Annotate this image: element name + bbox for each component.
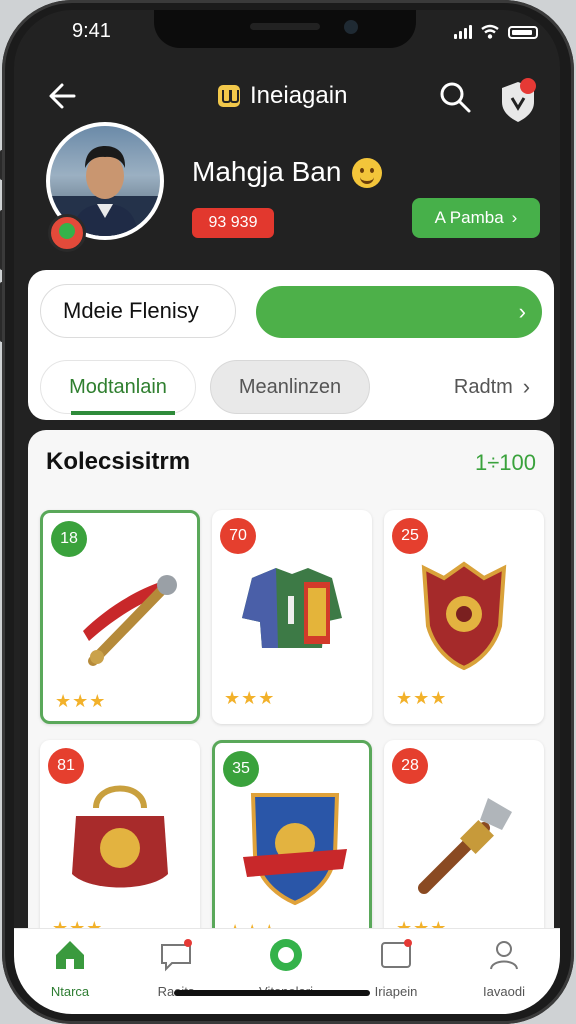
torch-icon bbox=[418, 798, 512, 894]
app-header: Ineiagain bbox=[14, 70, 560, 122]
screen: 9:41 Ineiagain Mahgja Ban 93 939 A Pamba… bbox=[14, 10, 560, 1014]
home-icon bbox=[56, 941, 84, 969]
go-button[interactable]: › bbox=[256, 286, 542, 338]
tab-1-label: Modtanlain bbox=[69, 375, 167, 398]
status-icons bbox=[454, 24, 538, 40]
profile-action-label: A Pamba bbox=[434, 208, 504, 227]
collection-panel: Kolecsisitrm 1÷100 18 ★★★ 70 ★★★ 25 ★★★ … bbox=[28, 430, 554, 950]
status-time: 9:41 bbox=[72, 20, 111, 42]
filter-input[interactable]: Mdeie Flenisy bbox=[40, 284, 236, 338]
collection-title: Kolecsisitrm bbox=[46, 448, 191, 475]
verified-badge-icon bbox=[48, 214, 86, 252]
tab-3-label: Radtm bbox=[453, 375, 513, 398]
top-panel: Mdeie Flenisy › Modtanlain Meanlinzen Ra… bbox=[28, 270, 554, 420]
filter-input-text: Mdeie Flenisy bbox=[63, 298, 199, 323]
shield-icon bbox=[421, 561, 507, 671]
nav-item-home[interactable]: Ntarca bbox=[20, 937, 120, 999]
crest-bag-icon bbox=[72, 785, 168, 888]
profile-icon bbox=[490, 941, 518, 970]
signal-icon bbox=[454, 25, 472, 39]
chat-icon bbox=[161, 939, 192, 972]
home-indicator[interactable] bbox=[174, 990, 370, 996]
team-crest-icon bbox=[243, 793, 347, 906]
collection-item[interactable]: 81 ★★★ bbox=[40, 740, 200, 950]
collection-count: 1÷100 bbox=[474, 450, 536, 475]
page-title: Ineiagain bbox=[250, 82, 348, 109]
phone-device: 9:41 Ineiagain Mahgja Ban 93 939 A Pamba… bbox=[0, 0, 576, 1024]
battery-icon bbox=[508, 25, 538, 39]
star-rating: ★★★ bbox=[55, 691, 107, 711]
back-arrow-icon[interactable] bbox=[44, 76, 84, 116]
points-badge: 93 939 bbox=[192, 208, 274, 238]
collection-item[interactable]: 70 ★★★ bbox=[212, 510, 372, 724]
front-camera bbox=[344, 20, 358, 34]
star-rating: ★★★ bbox=[396, 688, 448, 708]
header-title-group: Ineiagain bbox=[218, 82, 347, 110]
notch bbox=[154, 10, 416, 48]
nav-label: Ntarca bbox=[50, 984, 90, 999]
wifi-icon bbox=[481, 24, 499, 39]
chevron-right-icon: › bbox=[511, 208, 518, 227]
tab-2[interactable]: Meanlinzen bbox=[210, 360, 370, 414]
collection-item[interactable]: 35 ★★★ bbox=[212, 740, 372, 950]
message-icon bbox=[381, 939, 412, 968]
whatsapp-icon bbox=[270, 939, 302, 971]
collection-item[interactable]: 25 ★★★ bbox=[384, 510, 544, 724]
notification-shield-icon[interactable] bbox=[498, 78, 538, 124]
collection-item[interactable]: 28 ★★★ bbox=[384, 740, 544, 950]
tab-3[interactable]: Radtm › bbox=[440, 360, 544, 414]
profile-section: Mahgja Ban 93 939 A Pamba › bbox=[14, 122, 560, 272]
nav-label: Iavaodi bbox=[483, 984, 525, 999]
red-scroll-mace-icon bbox=[83, 575, 177, 666]
search-icon[interactable] bbox=[438, 80, 472, 114]
tab-1[interactable]: Modtanlain bbox=[40, 360, 196, 415]
bottom-nav: Ntarca Raeits Vitonolari Iriapein Iavaod… bbox=[14, 928, 560, 1014]
collection-item[interactable]: 18 ★★★ bbox=[40, 510, 200, 724]
star-rating: ★★★ bbox=[224, 688, 276, 708]
profile-action-button[interactable]: A Pamba › bbox=[412, 198, 540, 238]
app-logo-icon bbox=[218, 85, 240, 107]
nav-item-profile[interactable]: Iavaodi bbox=[454, 937, 554, 999]
chevron-right-icon: › bbox=[518, 299, 526, 324]
chevron-right-icon: › bbox=[522, 374, 531, 399]
tab-bar: Modtanlain Meanlinzen Radtm › bbox=[40, 360, 544, 416]
tab-2-label: Meanlinzen bbox=[238, 375, 342, 398]
user-name: Mahgja Ban bbox=[192, 156, 342, 187]
speaker-grille bbox=[250, 23, 320, 30]
smiley-emoji-icon bbox=[352, 158, 382, 188]
jersey-icon bbox=[242, 568, 342, 648]
